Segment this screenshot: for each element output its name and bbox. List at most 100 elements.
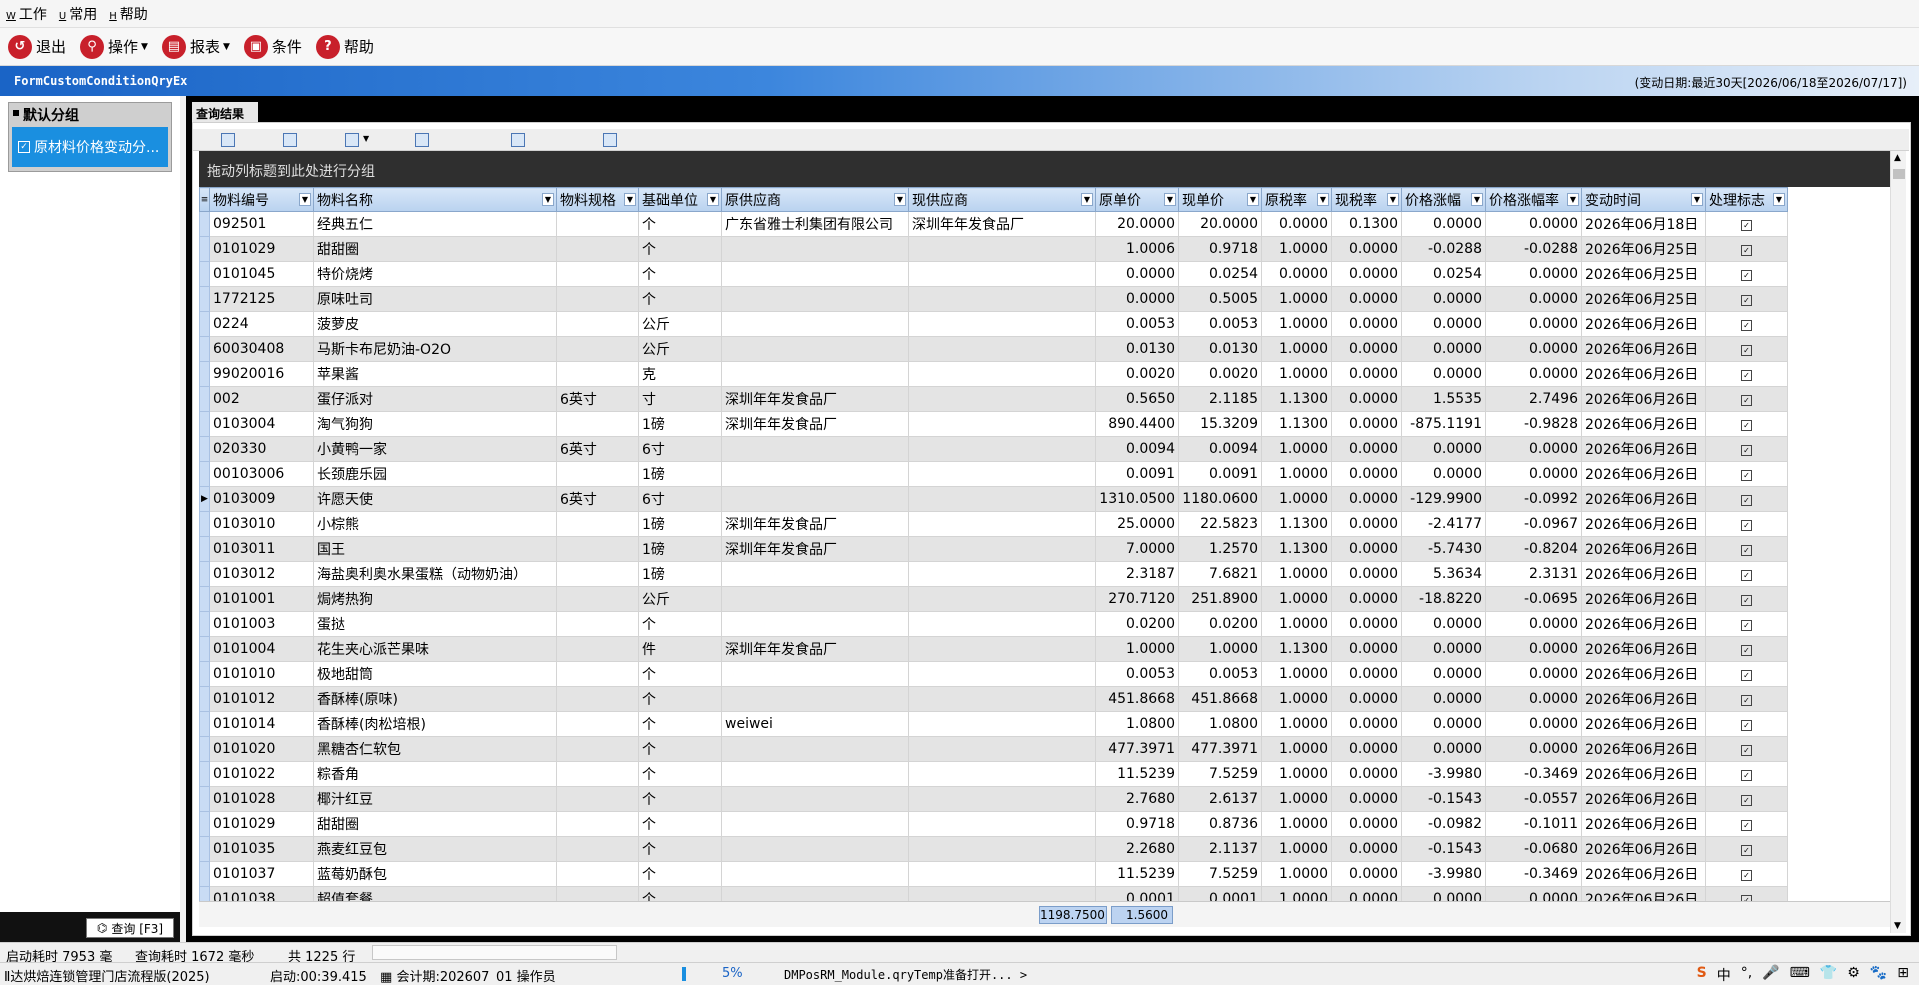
table-cell[interactable]: 5.3634 — [1401, 561, 1486, 587]
row-indicator[interactable] — [199, 461, 210, 487]
table-cell[interactable]: 0.0000 — [1261, 211, 1332, 237]
table-cell[interactable]: 0.0000 — [1401, 311, 1486, 337]
table-cell[interactable]: 0.0000 — [1485, 711, 1582, 737]
filter-dropdown-icon[interactable]: ▼ — [624, 193, 636, 206]
table-cell[interactable]: 0.0000 — [1331, 861, 1402, 887]
table-cell[interactable]: 0.0000 — [1485, 336, 1582, 362]
group-header[interactable]: 默认分组 — [9, 103, 171, 124]
table-cell[interactable] — [908, 436, 1096, 462]
process-flag-checkbox[interactable]: ✓ — [1705, 336, 1788, 362]
table-cell[interactable]: 1.0000 — [1261, 711, 1332, 737]
row-indicator[interactable] — [199, 236, 210, 262]
table-cell[interactable]: 0.0000 — [1485, 211, 1582, 237]
process-flag-checkbox[interactable]: ✓ — [1705, 486, 1788, 512]
table-cell[interactable]: -0.0967 — [1485, 511, 1582, 537]
table-cell[interactable]: 0.0000 — [1485, 661, 1582, 687]
table-row[interactable]: 0101028 椰汁红豆 个 2.7680 2.6137 1.0000 0.0000 -0.1… — [199, 786, 1788, 812]
table-cell[interactable]: -0.0982 — [1401, 811, 1486, 837]
row-indicator[interactable] — [199, 511, 210, 537]
table-cell[interactable]: 251.8900 — [1178, 586, 1262, 612]
table-cell[interactable]: 0.0000 — [1401, 461, 1486, 487]
group-by-area[interactable]: 拖动列标题到此处进行分组 — [199, 151, 1893, 187]
table-cell[interactable]: 个 — [638, 761, 722, 787]
table-cell[interactable]: 451.8668 — [1095, 686, 1179, 712]
row-indicator[interactable]: ▶ — [199, 486, 210, 512]
process-flag-checkbox[interactable]: ✓ — [1705, 411, 1788, 437]
table-cell[interactable]: 2.6137 — [1178, 786, 1262, 812]
table-cell[interactable]: 0.0000 — [1331, 436, 1402, 462]
table-cell[interactable]: 0.5005 — [1178, 286, 1262, 312]
table-cell[interactable]: 0.0000 — [1401, 436, 1486, 462]
row-indicator[interactable] — [199, 611, 210, 637]
table-cell[interactable]: 1.0000 — [1261, 461, 1332, 487]
filter-dropdown-icon[interactable]: ▼ — [707, 193, 719, 206]
table-cell[interactable]: 经典五仁 — [313, 211, 557, 237]
column-header[interactable]: 物料名称 ▼ — [313, 187, 557, 212]
row-indicator[interactable] — [199, 561, 210, 587]
table-cell[interactable] — [721, 686, 909, 712]
table-cell[interactable]: 020330 — [209, 436, 314, 462]
table-row[interactable]: 0224 菠萝皮 公斤 0.0053 0.0053 1.0000 0.0000 0.0000 0… — [199, 311, 1788, 337]
table-cell[interactable] — [556, 736, 639, 762]
group-item-price-change[interactable]: ✓ 原材料价格变动分... — [12, 127, 168, 167]
table-cell[interactable]: 0.0000 — [1331, 661, 1402, 687]
row-indicator[interactable] — [199, 861, 210, 887]
table-cell[interactable] — [556, 586, 639, 612]
table-cell[interactable]: 公斤 — [638, 336, 722, 362]
table-cell[interactable]: -0.1011 — [1485, 811, 1582, 837]
table-cell[interactable]: 00103006 — [209, 461, 314, 487]
table-cell[interactable]: 1.0000 — [1261, 836, 1332, 862]
filter-dropdown-icon[interactable]: ▼ — [542, 193, 554, 206]
table-cell[interactable]: 0.1300 — [1331, 211, 1402, 237]
help-button[interactable]: ? 帮助 — [315, 34, 374, 59]
table-cell[interactable]: 小棕熊 — [313, 511, 557, 537]
row-indicator[interactable] — [199, 211, 210, 237]
filter-dropdown-icon[interactable]: ▼ — [1471, 193, 1483, 206]
table-cell[interactable]: 0.0000 — [1331, 786, 1402, 812]
table-cell[interactable]: 0.0000 — [1331, 236, 1402, 262]
table-cell[interactable] — [556, 686, 639, 712]
table-cell[interactable]: 1磅 — [638, 561, 722, 587]
table-cell[interactable] — [908, 536, 1096, 562]
table-cell[interactable]: 0.0000 — [1331, 261, 1402, 287]
table-cell[interactable]: 深圳年年发食品厂 — [721, 411, 909, 437]
table-cell[interactable]: -0.0557 — [1485, 786, 1582, 812]
table-cell[interactable] — [908, 236, 1096, 262]
operate-button[interactable]: ⚲ 操作 ▼ — [80, 34, 148, 59]
table-cell[interactable]: -875.1191 — [1401, 411, 1486, 437]
table-row[interactable]: ▶ 0103009 许愿天使 6英寸 6寸 1310.0500 1180.0600 1.000… — [199, 486, 1788, 512]
table-cell[interactable]: 270.7120 — [1095, 586, 1179, 612]
table-cell[interactable]: 1磅 — [638, 411, 722, 437]
input-method-icon[interactable]: S — [1697, 965, 1707, 985]
table-cell[interactable]: 0101014 — [209, 711, 314, 737]
process-flag-checkbox[interactable]: ✓ — [1705, 461, 1788, 487]
process-flag-checkbox[interactable]: ✓ — [1705, 236, 1788, 262]
table-cell[interactable]: 2026年06月26日 — [1581, 311, 1706, 337]
table-cell[interactable]: 1磅 — [638, 511, 722, 537]
table-cell[interactable]: 0.0000 — [1401, 661, 1486, 687]
table-cell[interactable] — [721, 461, 909, 487]
table-cell[interactable]: 451.8668 — [1178, 686, 1262, 712]
table-cell[interactable]: 0.0000 — [1485, 461, 1582, 487]
row-indicator[interactable] — [199, 386, 210, 412]
row-indicator[interactable] — [199, 411, 210, 437]
table-row[interactable]: 0101037 蓝莓奶酥包 个 11.5239 7.5259 1.0000 0.0000 -3… — [199, 861, 1788, 887]
filter-dropdown-icon[interactable]: ▼ — [1247, 193, 1259, 206]
table-cell[interactable]: 1.0000 — [1261, 861, 1332, 887]
table-row[interactable]: 0103004 淘气狗狗 1磅 深圳年年发食品厂 890.4400 15.3209 1.13… — [199, 411, 1788, 437]
table-cell[interactable]: 22.5823 — [1178, 511, 1262, 537]
table-cell[interactable]: 0.0053 — [1178, 661, 1262, 687]
table-cell[interactable]: 国王 — [313, 536, 557, 562]
table-cell[interactable]: 1.0800 — [1095, 711, 1179, 737]
table-cell[interactable]: 0101028 — [209, 786, 314, 812]
table-cell[interactable]: 0.0000 — [1331, 286, 1402, 312]
table-cell[interactable]: 2026年06月26日 — [1581, 811, 1706, 837]
skin-icon[interactable]: 👕 — [1820, 965, 1837, 985]
table-cell[interactable] — [908, 711, 1096, 737]
table-cell[interactable]: 0.0000 — [1331, 461, 1402, 487]
table-cell[interactable]: 0.5650 — [1095, 386, 1179, 412]
table-cell[interactable]: 0101012 — [209, 686, 314, 712]
table-cell[interactable]: 1.0000 — [1261, 586, 1332, 612]
table-cell[interactable] — [908, 561, 1096, 587]
table-cell[interactable]: 0.0053 — [1178, 311, 1262, 337]
